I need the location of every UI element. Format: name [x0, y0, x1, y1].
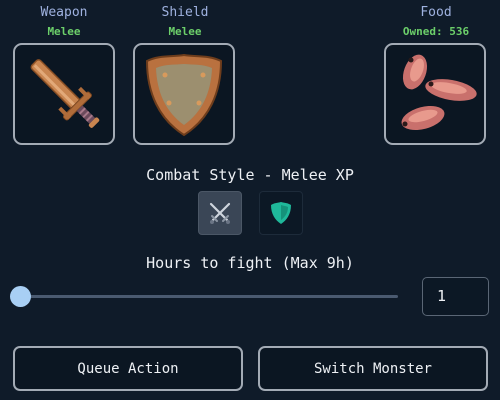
queue-action-button[interactable]: Queue Action: [13, 346, 243, 391]
shield-slot-title: Shield: [161, 5, 209, 20]
sword-icon: [30, 59, 100, 128]
switch-monster-button[interactable]: Switch Monster: [258, 346, 488, 391]
food-slot-title: Food: [420, 5, 452, 20]
weapon-slot[interactable]: [13, 43, 115, 145]
hours-slider-thumb[interactable]: [10, 286, 31, 307]
shield-slot-subtitle: Melee: [168, 25, 202, 38]
weapon-slot-subtitle: Melee: [47, 25, 81, 38]
crossed-swords-icon: [209, 202, 231, 224]
green-shield-icon: [271, 202, 291, 224]
melee-style-button[interactable]: [198, 191, 242, 235]
shield-slot[interactable]: [133, 43, 235, 145]
combat-style-label: Combat Style - Melee XP: [146, 166, 354, 184]
defence-style-button[interactable]: [259, 191, 303, 235]
food-slot[interactable]: [384, 43, 486, 145]
fish-icon: [401, 54, 477, 131]
shield-icon: [145, 53, 223, 137]
weapon-slot-title: Weapon: [40, 5, 88, 20]
hours-input[interactable]: 1: [422, 277, 489, 316]
hours-label: Hours to fight (Max 9h): [146, 254, 354, 272]
food-slot-subtitle: Owned: 536: [402, 25, 470, 38]
hours-slider-track[interactable]: [20, 295, 398, 298]
